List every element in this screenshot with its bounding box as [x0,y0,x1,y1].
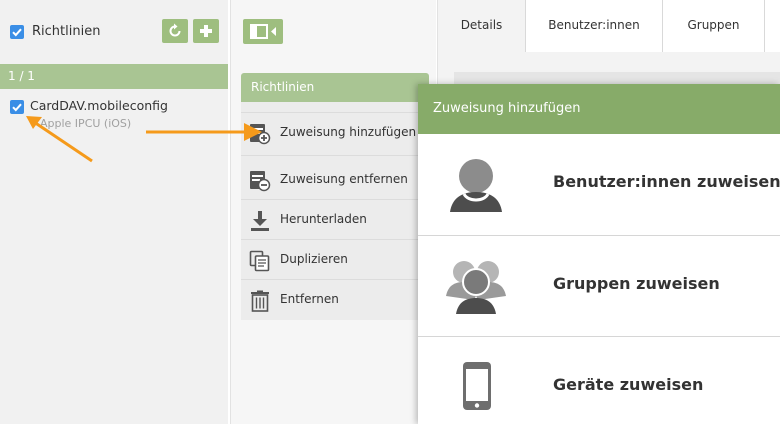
list-header: Richtlinien [0,0,228,64]
option-label: Geräte zuweisen [553,375,704,394]
option-label: Benutzer:innen zuweisen [553,172,780,191]
select-all-checkbox[interactable] [10,25,24,39]
group-icon [446,261,506,314]
option-label: Gruppen zuweisen [553,274,720,293]
delete-action[interactable]: Entfernen [241,280,429,320]
annotation-arrow-icon [26,116,93,163]
duplicate-action[interactable]: Duplizieren [241,240,429,280]
action-label: Zuweisung entfernen [280,172,408,186]
refresh-icon [169,23,181,37]
assign-dialog: Zuweisung hinzufügen Benutzer:innen zuwe… [418,84,780,424]
download-action[interactable]: Herunterladen [241,200,429,240]
download-icon [251,211,269,231]
assign-users-option[interactable]: Benutzer:innen zuweisen [418,134,780,236]
action-label: Duplizieren [280,252,348,266]
assign-devices-option[interactable]: Geräte zuweisen [418,337,780,424]
user-icon [450,159,502,212]
assign-remove-icon [250,171,271,192]
plus-icon [200,25,212,37]
tab-details[interactable]: Details [438,0,526,52]
actions-title: Richtlinien [251,80,315,94]
actions-pane: Richtlinien Zuweisung hinzufügen Zuweisu… [230,0,436,424]
assign-groups-option[interactable]: Gruppen zuweisen [418,236,780,337]
refresh-button[interactable] [162,19,188,43]
sidebar-toggle-icon [250,24,276,39]
annotation-arrow-icon [146,123,262,141]
phone-icon [463,362,491,410]
toggle-sidebar-button[interactable] [243,19,283,44]
list-title: Richtlinien [32,24,101,39]
assign-add-action[interactable]: Zuweisung hinzufügen [241,112,429,156]
action-label: Entfernen [280,292,339,306]
policy-list-pane: Richtlinien 1 / 1 CardDAV.mobileconfig A… [0,0,228,424]
dialog-header: Zuweisung hinzufügen [418,84,780,134]
actions-list: Zuweisung hinzufügen Zuweisung entfernen… [241,102,429,320]
result-count-bar: 1 / 1 [0,64,228,89]
result-count: 1 / 1 [8,69,35,83]
assign-remove-action[interactable]: Zuweisung entfernen [241,160,429,200]
duplicate-icon [249,250,270,272]
tab-users[interactable]: Benutzer:innen [526,0,663,52]
add-button[interactable] [193,19,219,43]
tab-bar: Details Benutzer:innen Gruppen [438,0,780,52]
tab-groups[interactable]: Gruppen [663,0,765,52]
action-label: Zuweisung hinzufügen [280,125,417,139]
actions-header: Richtlinien [241,73,429,102]
trash-icon [251,290,269,312]
dialog-title: Zuweisung hinzufügen [433,101,581,116]
tab-overflow [765,0,780,52]
action-label: Herunterladen [280,212,367,226]
